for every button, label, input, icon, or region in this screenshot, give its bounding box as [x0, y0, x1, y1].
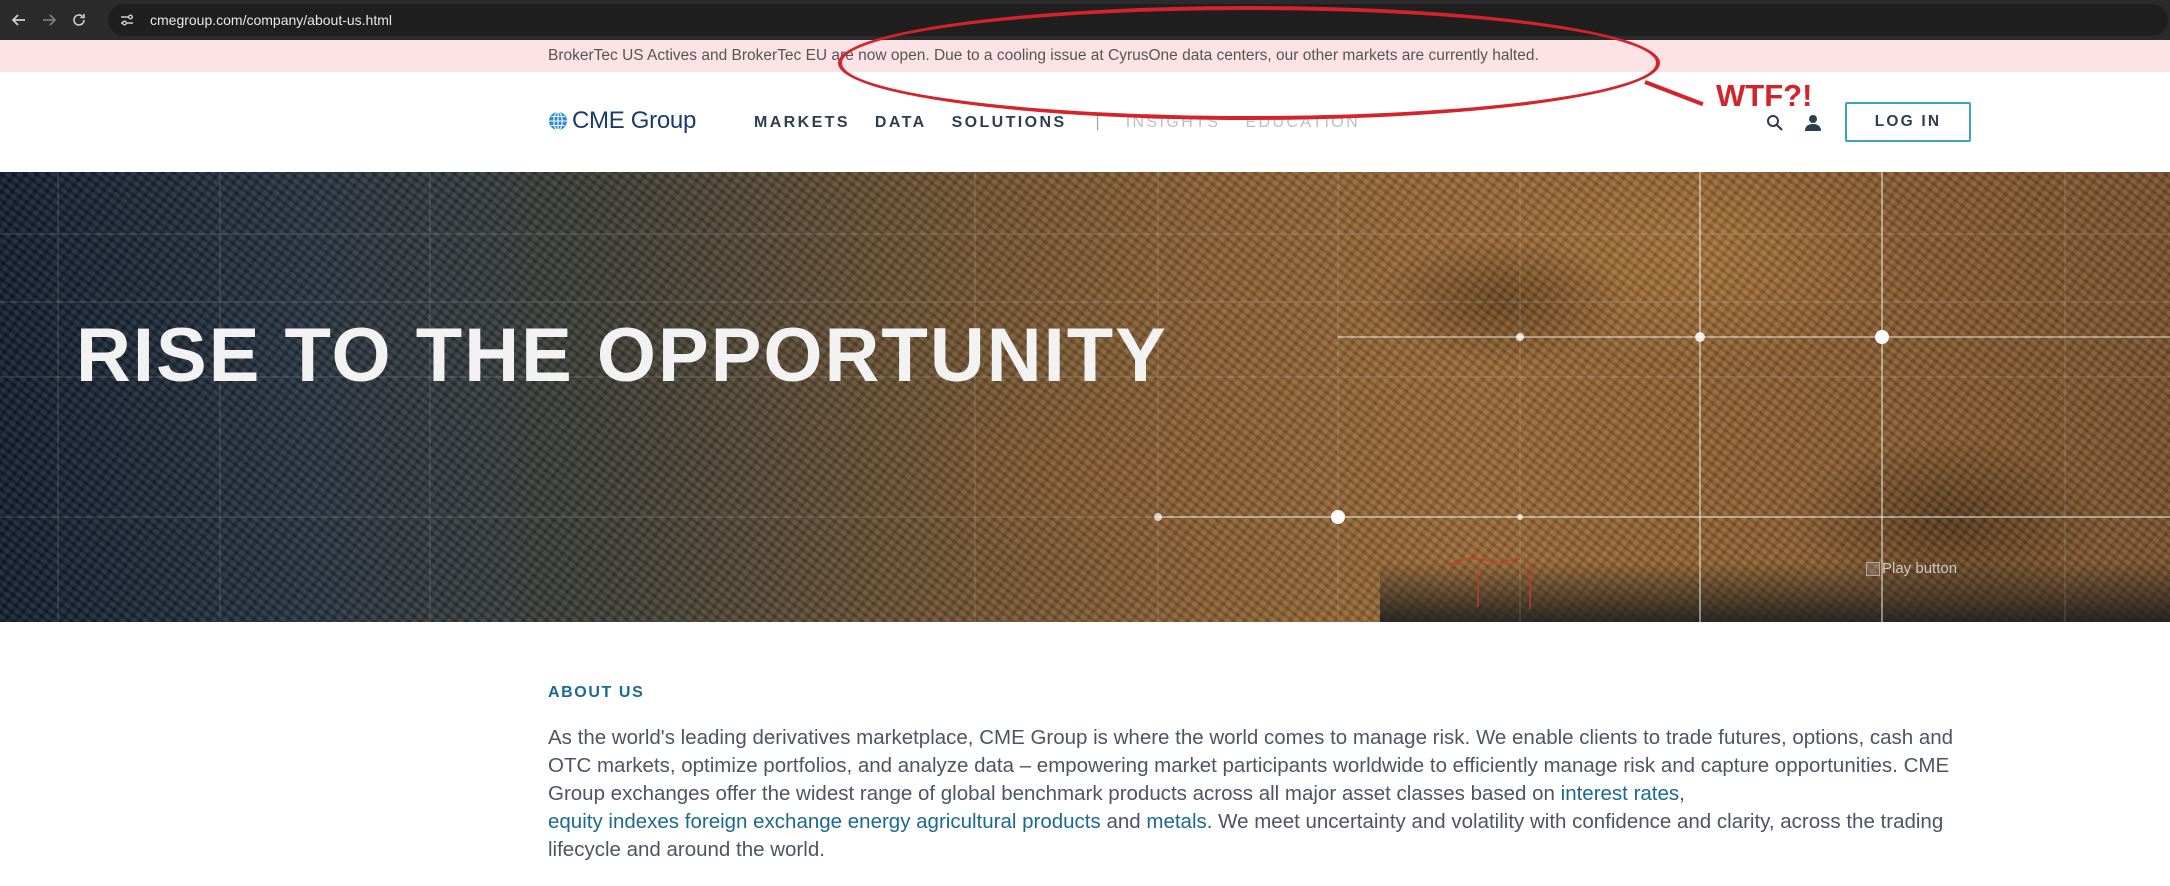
about-paragraph: As the world's leading derivatives marke…: [548, 724, 1988, 864]
nav-markets[interactable]: MARKETS: [754, 114, 850, 132]
forward-icon[interactable]: [38, 9, 60, 31]
url-text[interactable]: cmegroup.com/company/about-us.html: [150, 12, 392, 28]
annotation-ellipse: [838, 6, 1660, 120]
annotation-text: WTF?!: [1716, 78, 1813, 113]
globe-icon: [549, 111, 567, 131]
play-button[interactable]: Play button: [1866, 560, 1957, 577]
login-button[interactable]: LOG IN: [1845, 102, 1971, 142]
logo-text: CME Group: [572, 107, 697, 134]
link-interest-rates[interactable]: interest rates: [1561, 782, 1680, 805]
reload-icon[interactable]: [68, 9, 90, 31]
hero-banner: RISE TO THE OPPORTUNITY Play button: [0, 172, 2170, 622]
nav-separator: |: [1095, 114, 1100, 131]
broken-image-icon: [1866, 561, 1880, 576]
about-and: and: [1106, 810, 1141, 833]
cme-logo[interactable]: CME Group: [548, 107, 696, 135]
nav-data[interactable]: DATA: [875, 114, 927, 132]
tune-icon[interactable]: [118, 11, 136, 29]
about-text-1: As the world's leading derivatives marke…: [548, 726, 1954, 805]
search-icon[interactable]: [1764, 112, 1786, 134]
nav-solutions[interactable]: SOLUTIONS: [952, 114, 1067, 132]
user-icon[interactable]: [1802, 112, 1824, 134]
play-button-alt: Play button: [1882, 560, 1958, 577]
about-heading: ABOUT US: [548, 684, 645, 701]
link-foreign-exchange[interactable]: foreign exchange: [685, 810, 842, 833]
link-agricultural-products[interactable]: agricultural products: [916, 810, 1101, 833]
about-comma: ,: [1679, 782, 1685, 805]
back-icon[interactable]: [8, 9, 30, 31]
link-energy[interactable]: energy: [848, 810, 911, 833]
hero-title: RISE TO THE OPPORTUNITY: [76, 313, 1168, 398]
link-metals[interactable]: metals: [1146, 810, 1206, 833]
link-equity-indexes[interactable]: equity indexes: [548, 810, 679, 833]
